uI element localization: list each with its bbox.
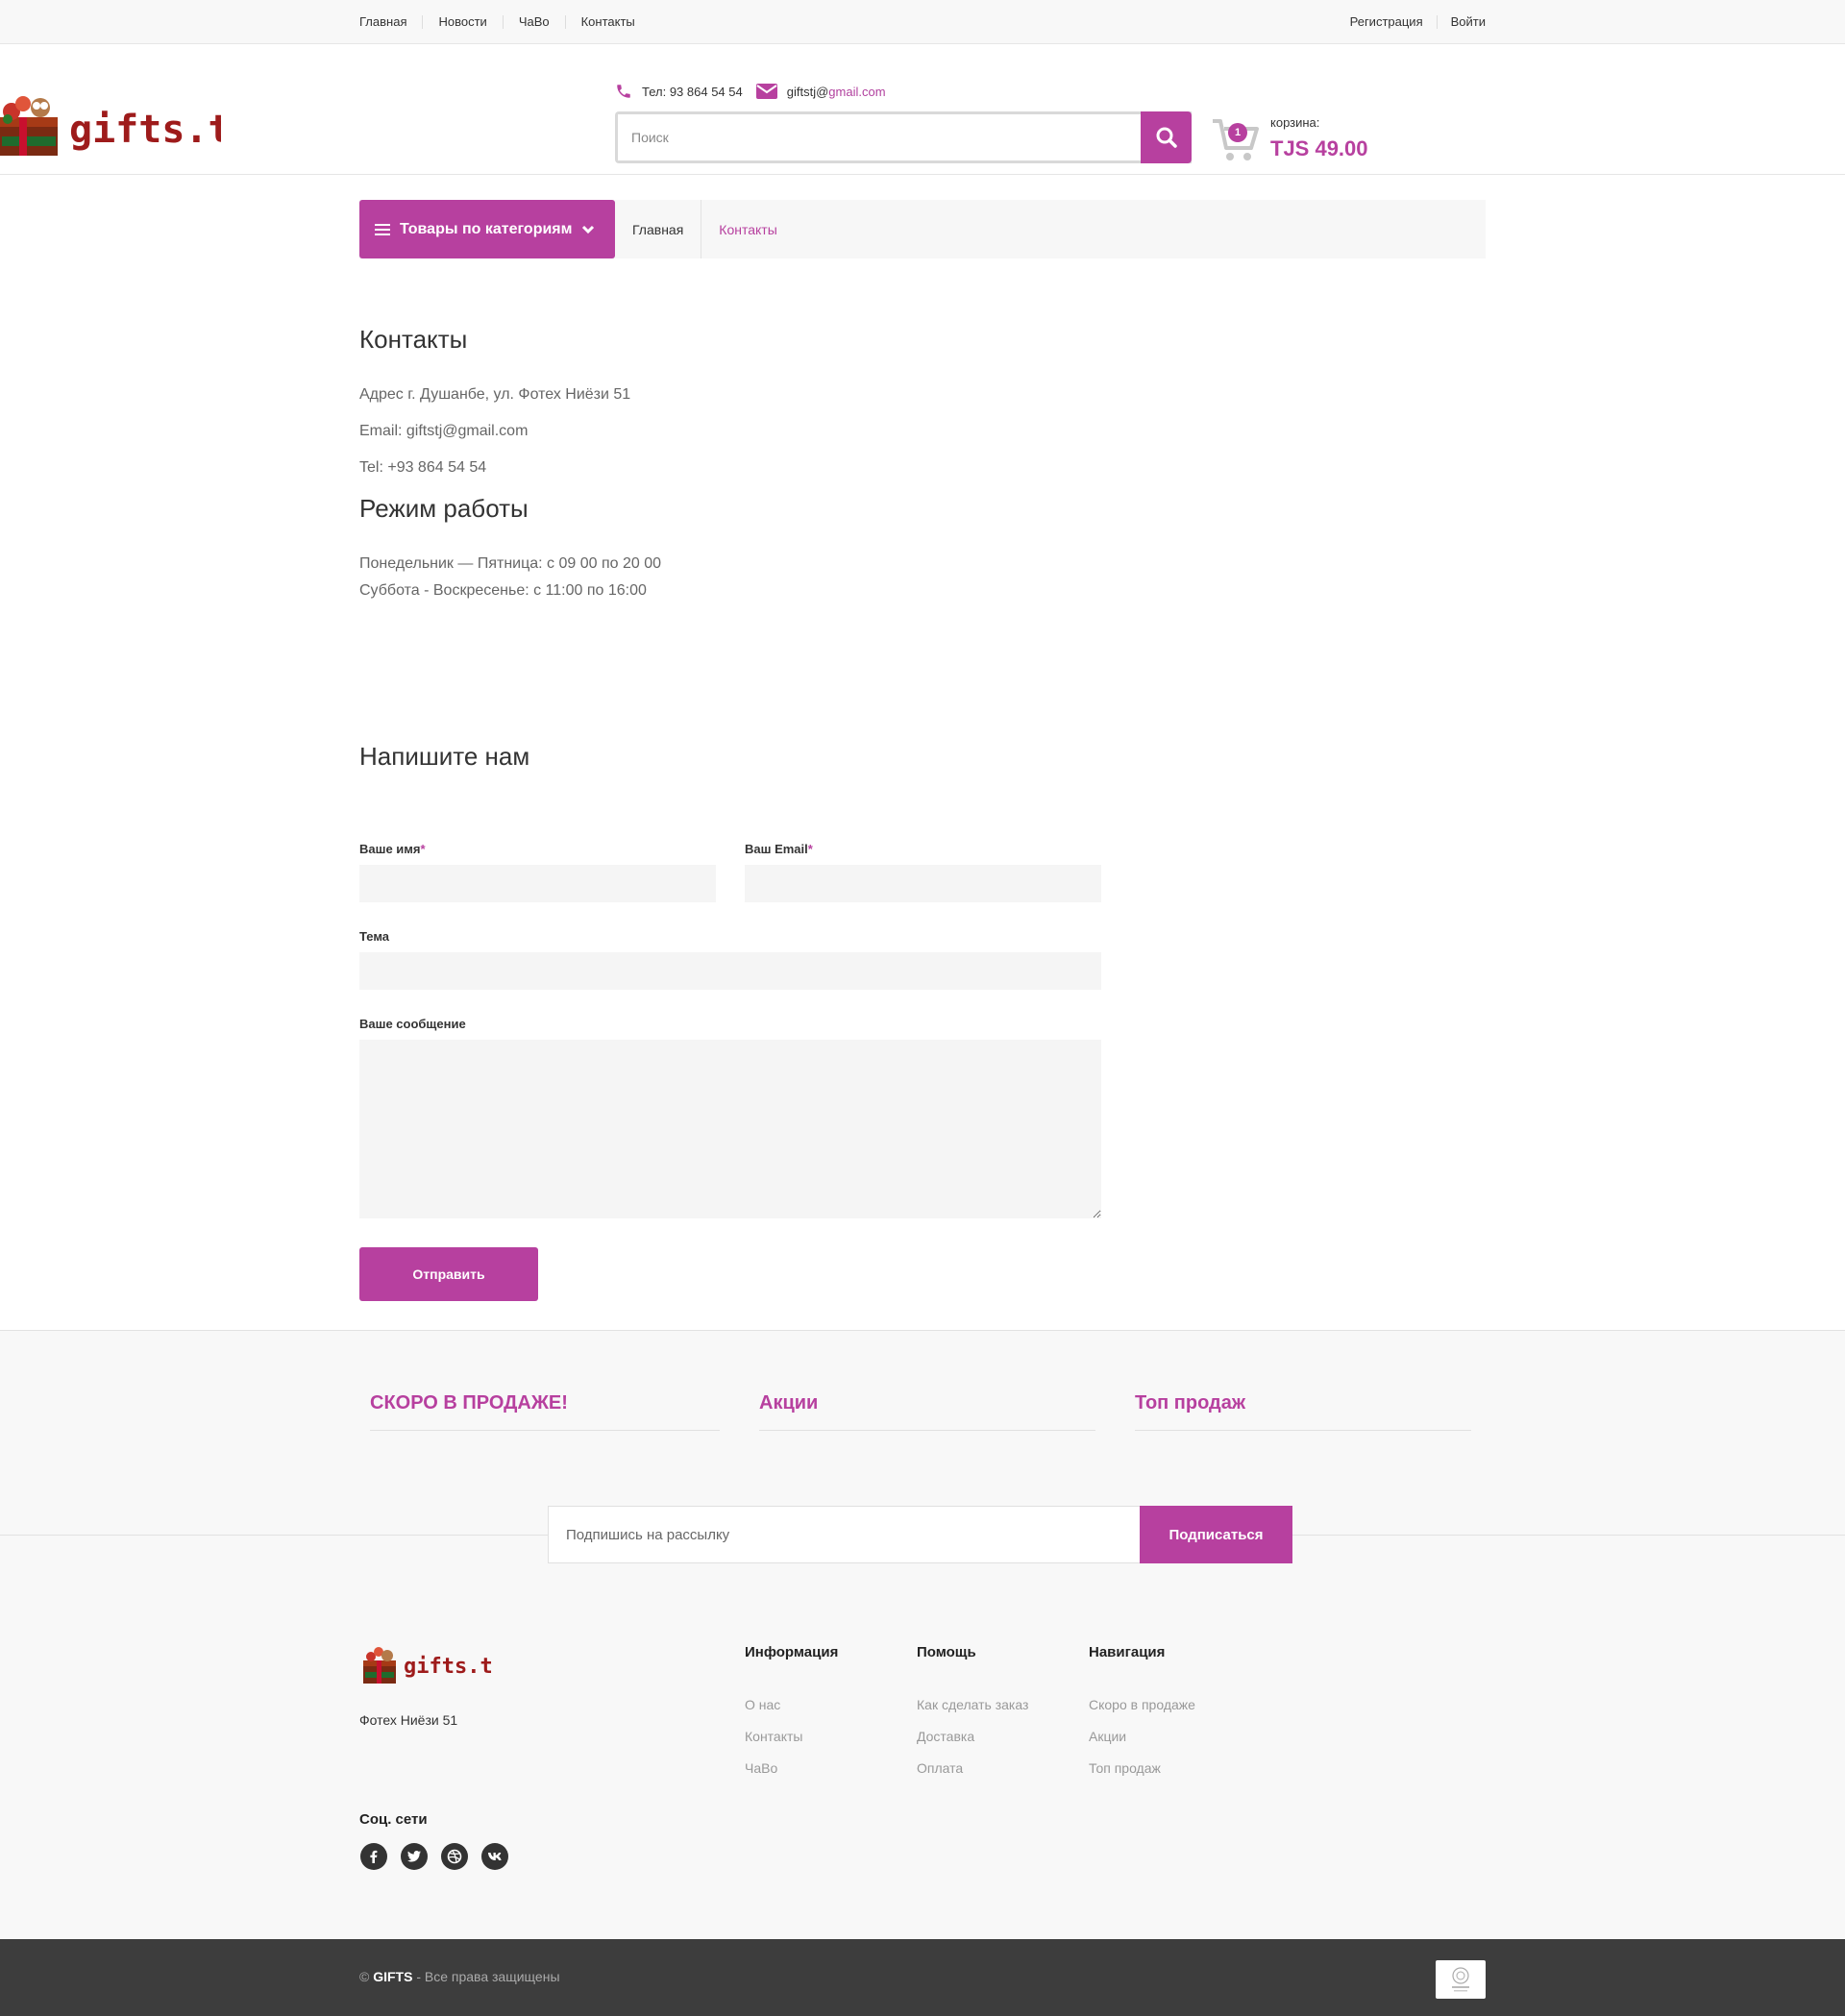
- topnav-news-link[interactable]: Новости: [422, 15, 502, 29]
- copyright-brand: GIFTS: [373, 1969, 413, 1984]
- footer-delivery-link[interactable]: Доставка: [917, 1729, 974, 1744]
- email-contact: giftstj@ gmail.com: [755, 84, 886, 99]
- footer-about-link[interactable]: О нас: [745, 1697, 780, 1712]
- name-label: Ваше имя*: [359, 842, 426, 856]
- cart-label-text: корзина:: [1270, 115, 1320, 130]
- contact-tel: Tel: +93 864 54 54: [359, 459, 487, 476]
- newsletter-input[interactable]: [549, 1507, 1140, 1562]
- page-title: Контакты: [359, 325, 468, 354]
- cart-count-badge: 1: [1228, 123, 1247, 142]
- top-bar: [0, 0, 1845, 44]
- cart-total[interactable]: TJS 49.00: [1270, 136, 1368, 161]
- required-mark: *: [420, 842, 426, 856]
- topnav-contacts-link[interactable]: Контакты: [564, 15, 651, 29]
- top-nav: Главная Новости ЧаВо Контакты: [359, 0, 651, 44]
- required-mark: *: [807, 842, 813, 856]
- category-bar: Товары по категориям Главная Контакты: [359, 200, 1486, 258]
- logo-text: gifts.tj: [69, 108, 221, 152]
- footer-sales-link[interactable]: Акции: [1089, 1729, 1126, 1744]
- promo-band: [0, 1330, 1845, 1939]
- contact-address: Адрес г. Душанбе, ул. Фотех Ниёзи 51: [359, 386, 631, 403]
- phone-text: Тел: 93 864 54 54: [642, 84, 743, 99]
- hours-title: Режим работы: [359, 494, 529, 523]
- search-input[interactable]: [618, 114, 1192, 160]
- email-label: Ваш Email*: [745, 842, 813, 856]
- email-domain[interactable]: gmail.com: [828, 85, 885, 99]
- copyright-bar: [0, 1939, 1845, 2016]
- email-field[interactable]: [745, 865, 1101, 902]
- site-header: gifts.tj Тел: 93 864 54 54 giftstj@gmail…: [0, 44, 1845, 175]
- copyright-rest: - Все права защищены: [412, 1969, 560, 1984]
- name-field[interactable]: [359, 865, 716, 902]
- subject-label: Тема: [359, 929, 390, 944]
- form-title: Напишите нам: [359, 742, 530, 771]
- subscribe-button[interactable]: Подписаться: [1140, 1506, 1292, 1563]
- topnav-faq-link[interactable]: ЧаВо: [502, 15, 565, 29]
- categories-dropdown-button[interactable]: Товары по категориям: [359, 200, 615, 258]
- breadcrumb: Главная Контакты: [615, 200, 795, 258]
- facebook-icon[interactable]: [360, 1843, 387, 1870]
- footer-top-link[interactable]: Топ продаж: [1089, 1760, 1161, 1776]
- footer-logo[interactable]: gifts.tj: [359, 1639, 494, 1689]
- search-button[interactable]: [1141, 111, 1192, 163]
- email-label-text: Ваш Email: [745, 842, 808, 856]
- footer-logo-text: gifts.tj: [404, 1655, 494, 1679]
- footer-help-title: Помощь: [917, 1644, 976, 1660]
- message-label: Ваше сообщение: [359, 1017, 466, 1031]
- vk-icon[interactable]: [481, 1843, 508, 1870]
- menu-icon: [375, 223, 390, 235]
- promo-sales-title[interactable]: Акции: [759, 1392, 818, 1414]
- footer-how-to-order-link[interactable]: Как сделать заказ: [917, 1697, 1028, 1712]
- footer-coming-soon-link[interactable]: Скоро в продаже: [1089, 1697, 1195, 1712]
- hours-weekdays: Понедельник — Пятница: с 09 00 по 20 00: [359, 555, 662, 572]
- copyright-text: © GIFTS - Все права защищены: [359, 1969, 560, 1984]
- subject-field[interactable]: [359, 952, 1101, 990]
- certificate-badge-icon[interactable]: [1436, 1960, 1486, 1999]
- footer-payment-link[interactable]: Оплата: [917, 1760, 963, 1776]
- promo-top-title[interactable]: Топ продаж: [1135, 1392, 1245, 1414]
- name-label-text: Ваше имя: [359, 842, 421, 856]
- categories-label: Товары по категориям: [400, 220, 573, 237]
- twitter-icon[interactable]: [401, 1843, 428, 1870]
- dribbble-icon[interactable]: [441, 1843, 468, 1870]
- submit-button[interactable]: Отправить: [359, 1247, 538, 1301]
- email-user: giftstj@: [786, 84, 829, 99]
- site-logo[interactable]: gifts.tj: [0, 79, 221, 165]
- search-box: [615, 111, 1192, 163]
- mail-icon: [755, 84, 777, 99]
- register-link[interactable]: Регистрация: [1337, 15, 1437, 29]
- footer-address: Фотех Ниёзи 51: [359, 1712, 458, 1728]
- message-field[interactable]: [359, 1040, 1101, 1218]
- breadcrumb-current: Контакты: [719, 221, 777, 237]
- promo-divider: [759, 1430, 1095, 1431]
- social-title: Соц. сети: [359, 1811, 428, 1828]
- chevron-down-icon: [582, 225, 595, 234]
- promo-coming-soon-title[interactable]: СКОРО В ПРОДАЖЕ!: [370, 1392, 568, 1414]
- contact-email: Email: giftstj@gmail.com: [359, 423, 529, 439]
- search-icon: [1156, 127, 1177, 148]
- breadcrumb-home[interactable]: Главная: [615, 222, 701, 237]
- header-contacts: Тел: 93 864 54 54 giftstj@ gmail.com: [615, 83, 899, 100]
- login-link[interactable]: Войти: [1436, 15, 1486, 29]
- phone-icon: [617, 85, 630, 98]
- footer-nav-title: Навигация: [1089, 1644, 1166, 1660]
- account-nav: Регистрация Войти: [1337, 0, 1486, 44]
- promo-divider: [370, 1430, 720, 1431]
- copyright-symbol: ©: [359, 1969, 370, 1984]
- footer-contacts-link[interactable]: Контакты: [745, 1729, 802, 1744]
- phone-contact: Тел: 93 864 54 54: [615, 83, 743, 100]
- hours-weekend: Суббота - Воскресенье: с 11:00 по 16:00: [359, 582, 647, 599]
- footer-faq-link[interactable]: ЧаВо: [745, 1760, 777, 1776]
- footer-info-title: Информация: [745, 1644, 839, 1660]
- topnav-home-link[interactable]: Главная: [359, 15, 422, 29]
- newsletter-box: [548, 1506, 1140, 1563]
- promo-divider: [1135, 1430, 1471, 1431]
